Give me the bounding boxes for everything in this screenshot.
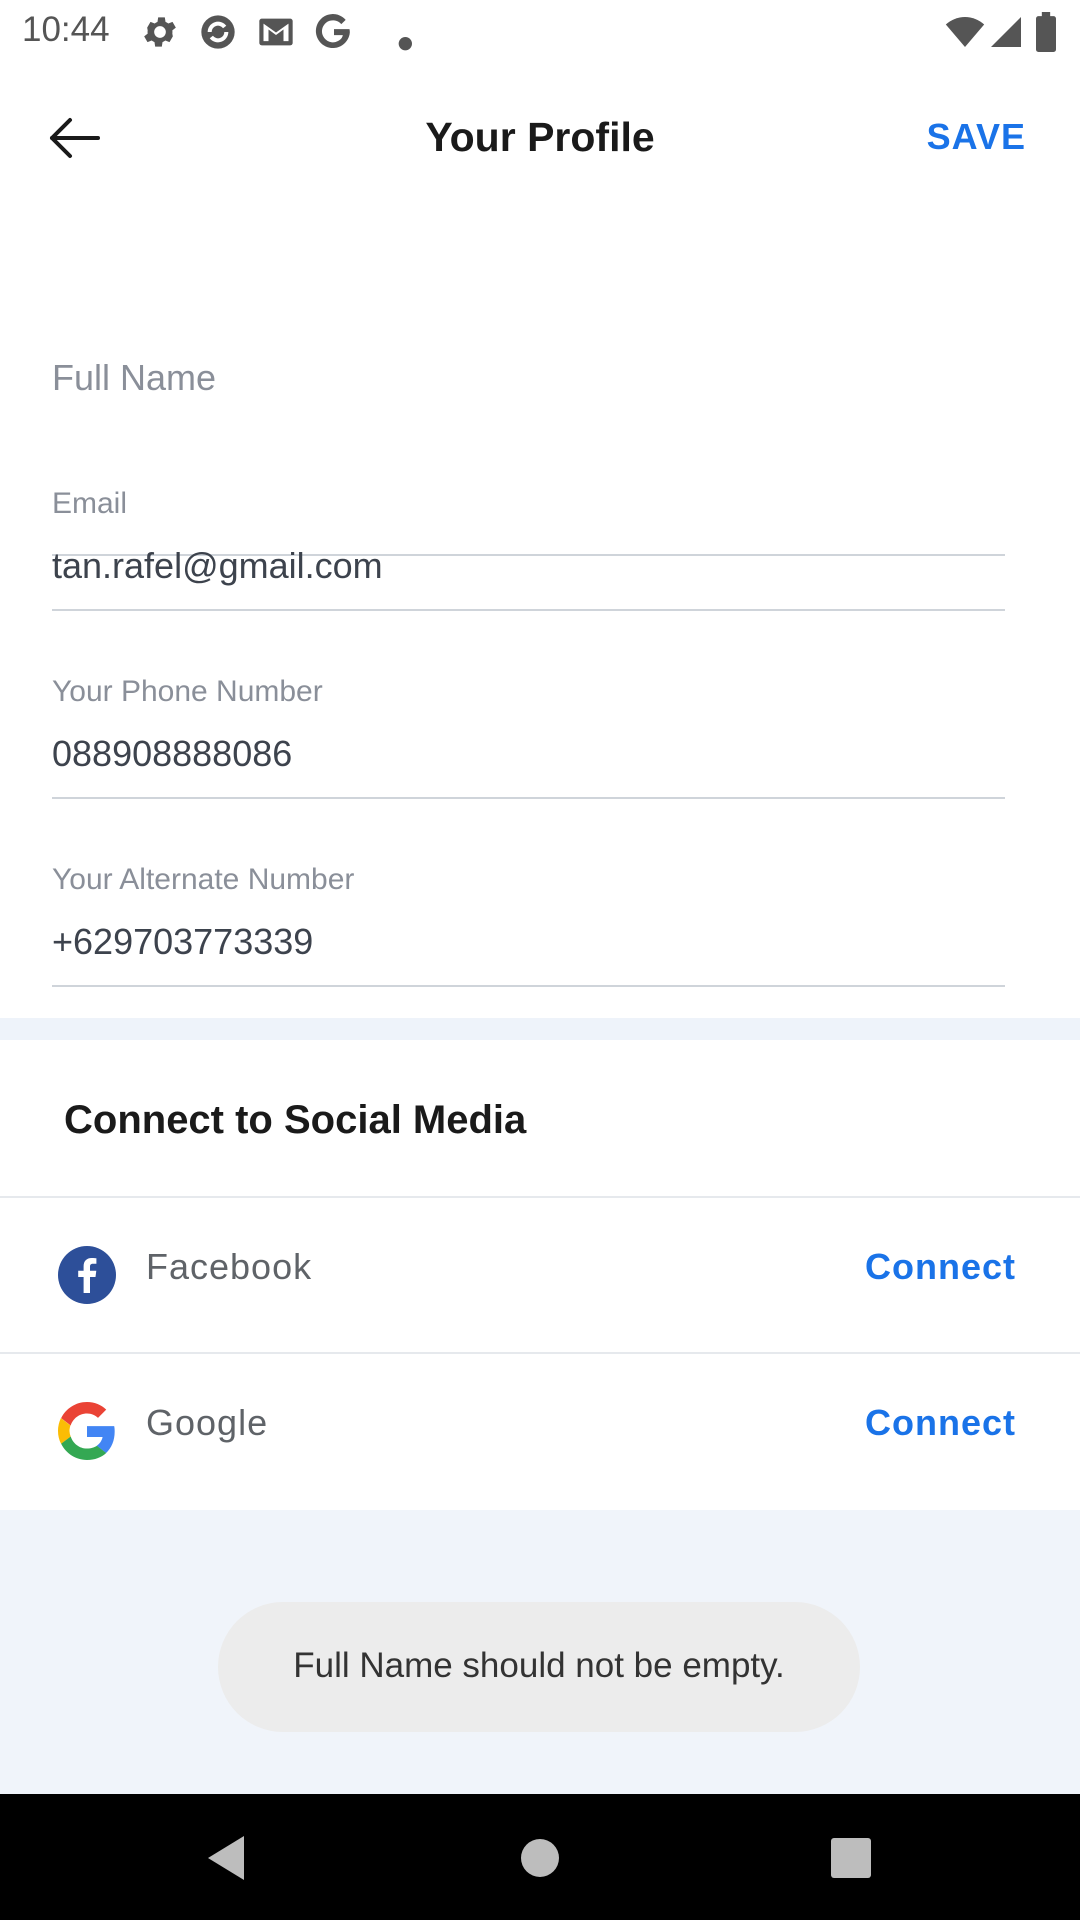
google-icon xyxy=(315,14,350,49)
phone-field[interactable]: Your Phone Number 088908888086 xyxy=(52,675,1005,805)
facebook-connect-button[interactable]: Connect xyxy=(865,1246,1016,1288)
status-bar: 10:44 xyxy=(0,0,1080,64)
alternate-number-underline xyxy=(52,985,1005,987)
alternate-number-value: +629703773339 xyxy=(52,921,314,962)
gmail-icon xyxy=(259,18,293,46)
google-label: Google xyxy=(146,1402,269,1443)
email-field[interactable]: Email tan.rafel@gmail.com xyxy=(52,487,1005,617)
phone-label: Your Phone Number xyxy=(52,675,323,708)
wifi-icon xyxy=(945,17,985,47)
sync-icon xyxy=(201,15,235,49)
settings-icon xyxy=(144,17,176,47)
status-time: 10:44 xyxy=(22,10,110,49)
google-connect-button[interactable]: Connect xyxy=(865,1402,1016,1444)
recents-square-icon[interactable] xyxy=(830,1834,872,1882)
dot-icon xyxy=(398,37,412,51)
signal-icon xyxy=(991,17,1021,47)
email-value: tan.rafel@gmail.com xyxy=(52,545,383,586)
social-section-title: Connect to Social Media xyxy=(64,1098,527,1142)
app-header: Your Profile SAVE xyxy=(0,64,1080,214)
full-name-placeholder: Full Name xyxy=(52,357,217,398)
alternate-number-field[interactable]: Your Alternate Number +629703773339 xyxy=(52,863,1005,993)
email-underline xyxy=(52,609,1005,611)
system-nav-bar xyxy=(0,1794,1080,1920)
full-name-field[interactable]: Full Name xyxy=(52,357,1005,556)
alternate-number-label: Your Alternate Number xyxy=(52,863,355,896)
phone-value: 088908888086 xyxy=(52,733,293,774)
toast-message: Full Name should not be empty. xyxy=(293,1646,785,1685)
phone-underline xyxy=(52,797,1005,799)
section-divider xyxy=(0,1018,1080,1040)
profile-form: Full Name Email tan.rafel@gmail.com Your… xyxy=(0,212,1080,1018)
page-title: Your Profile xyxy=(425,114,655,160)
facebook-icon xyxy=(58,1246,116,1304)
home-circle-icon[interactable] xyxy=(520,1834,560,1882)
save-button[interactable]: SAVE xyxy=(927,116,1026,158)
bottom-area: Full Name should not be empty. xyxy=(0,1510,1080,1794)
facebook-label: Facebook xyxy=(146,1246,313,1287)
google-row: Google Connect xyxy=(0,1354,1080,1508)
google-icon xyxy=(58,1402,115,1460)
email-label: Email xyxy=(52,487,128,520)
battery-icon xyxy=(1036,12,1056,52)
back-triangle-icon[interactable] xyxy=(204,1834,248,1882)
facebook-row: Facebook Connect xyxy=(0,1198,1080,1352)
toast: Full Name should not be empty. xyxy=(218,1602,860,1732)
social-media-section: Connect to Social Media Facebook Connect… xyxy=(0,1040,1080,1510)
